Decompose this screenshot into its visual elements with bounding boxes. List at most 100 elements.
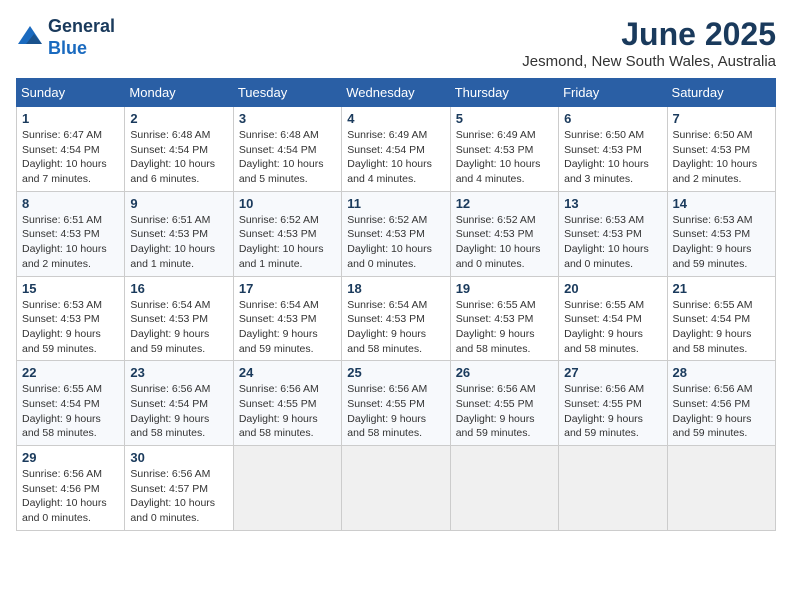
day-info: Sunrise: 6:49 AMSunset: 4:54 PMDaylight:… — [347, 128, 444, 187]
calendar-cell: 1Sunrise: 6:47 AMSunset: 4:54 PMDaylight… — [17, 107, 125, 192]
day-info: Sunrise: 6:50 AMSunset: 4:53 PMDaylight:… — [564, 128, 661, 187]
calendar-cell: 23 Sunrise: 6:56 AMSunset: 4:54 PMDayligh… — [125, 361, 233, 446]
calendar-cell: 16Sunrise: 6:54 AMSunset: 4:53 PMDayligh… — [125, 276, 233, 361]
day-number: 4 — [347, 111, 444, 126]
logo-text: GeneralBlue — [48, 16, 115, 59]
calendar-cell: 21Sunrise: 6:55 AMSunset: 4:54 PMDayligh… — [667, 276, 775, 361]
week-row-4: 29Sunrise: 6:56 AMSunset: 4:56 PMDayligh… — [17, 446, 776, 531]
calendar-cell: 10Sunrise: 6:52 AMSunset: 4:53 PMDayligh… — [233, 191, 341, 276]
day-number: 14 — [673, 196, 770, 211]
location-title: Jesmond, New South Wales, Australia — [522, 53, 776, 70]
header-day-sunday: Sunday — [17, 79, 125, 107]
week-row-3: 22 Sunrise: 6:55 AMSunset: 4:54 PMDayligh… — [17, 361, 776, 446]
day-number: 23 — [130, 365, 227, 380]
day-info: Sunrise: 6:53 AMSunset: 4:53 PMDaylight:… — [673, 213, 770, 272]
day-number: 16 — [130, 281, 227, 296]
day-number: 8 — [22, 196, 119, 211]
day-number: 7 — [673, 111, 770, 126]
calendar-cell — [559, 446, 667, 531]
day-number: 22 — [22, 365, 119, 380]
calendar-table: SundayMondayTuesdayWednesdayThursdayFrid… — [16, 78, 776, 531]
day-number: 2 — [130, 111, 227, 126]
day-info: Sunrise: 6:47 AMSunset: 4:54 PMDaylight:… — [22, 128, 119, 187]
day-info: Sunrise: 6:53 AMSunset: 4:53 PMDaylight:… — [564, 213, 661, 272]
day-number: 11 — [347, 196, 444, 211]
day-number: 29 — [22, 450, 119, 465]
calendar-cell: 25Sunrise: 6:56 AMSunset: 4:55 PMDayligh… — [342, 361, 450, 446]
calendar-cell — [342, 446, 450, 531]
day-info: Sunrise: 6:55 AMSunset: 4:53 PMDaylight:… — [456, 298, 553, 357]
calendar-cell: 27Sunrise: 6:56 AMSunset: 4:55 PMDayligh… — [559, 361, 667, 446]
calendar-cell — [450, 446, 558, 531]
day-number: 13 — [564, 196, 661, 211]
header-day-saturday: Saturday — [667, 79, 775, 107]
calendar-cell: 14 Sunrise: 6:53 AMSunset: 4:53 PMDayligh… — [667, 191, 775, 276]
calendar-cell: 8 Sunrise: 6:51 AMSunset: 4:53 PMDaylight… — [17, 191, 125, 276]
calendar-cell: 22 Sunrise: 6:55 AMSunset: 4:54 PMDayligh… — [17, 361, 125, 446]
calendar-cell: 9 Sunrise: 6:51 AMSunset: 4:53 PMDaylight… — [125, 191, 233, 276]
day-number: 24 — [239, 365, 336, 380]
day-number: 20 — [564, 281, 661, 296]
day-info: Sunrise: 6:55 AMSunset: 4:54 PMDaylight:… — [564, 298, 661, 357]
week-row-0: 1Sunrise: 6:47 AMSunset: 4:54 PMDaylight… — [17, 107, 776, 192]
header-day-monday: Monday — [125, 79, 233, 107]
day-info: Sunrise: 6:56 AMSunset: 4:57 PMDaylight:… — [130, 467, 227, 526]
day-info: Sunrise: 6:48 AMSunset: 4:54 PMDaylight:… — [239, 128, 336, 187]
calendar-cell: 20 Sunrise: 6:55 AMSunset: 4:54 PMDayligh… — [559, 276, 667, 361]
day-info: Sunrise: 6:56 AMSunset: 4:54 PMDaylight:… — [130, 382, 227, 441]
calendar-cell: 19 Sunrise: 6:55 AMSunset: 4:53 PMDayligh… — [450, 276, 558, 361]
title-area: June 2025 Jesmond, New South Wales, Aust… — [522, 16, 776, 70]
calendar-cell: 3Sunrise: 6:48 AMSunset: 4:54 PMDaylight… — [233, 107, 341, 192]
day-number: 30 — [130, 450, 227, 465]
day-number: 28 — [673, 365, 770, 380]
day-info: Sunrise: 6:56 AMSunset: 4:56 PMDaylight:… — [673, 382, 770, 441]
day-info: Sunrise: 6:52 AMSunset: 4:53 PMDaylight:… — [456, 213, 553, 272]
week-row-1: 8 Sunrise: 6:51 AMSunset: 4:53 PMDaylight… — [17, 191, 776, 276]
day-info: Sunrise: 6:55 AMSunset: 4:54 PMDaylight:… — [673, 298, 770, 357]
calendar-cell: 7 Sunrise: 6:50 AMSunset: 4:53 PMDaylight… — [667, 107, 775, 192]
day-number: 5 — [456, 111, 553, 126]
day-info: Sunrise: 6:49 AMSunset: 4:53 PMDaylight:… — [456, 128, 553, 187]
calendar-cell — [233, 446, 341, 531]
month-title: June 2025 — [522, 16, 776, 53]
day-info: Sunrise: 6:51 AMSunset: 4:53 PMDaylight:… — [130, 213, 227, 272]
header-day-friday: Friday — [559, 79, 667, 107]
calendar-cell: 15 Sunrise: 6:53 AMSunset: 4:53 PMDayligh… — [17, 276, 125, 361]
header-row: SundayMondayTuesdayWednesdayThursdayFrid… — [17, 79, 776, 107]
day-info: Sunrise: 6:56 AMSunset: 4:55 PMDaylight:… — [564, 382, 661, 441]
calendar-cell: 2Sunrise: 6:48 AMSunset: 4:54 PMDaylight… — [125, 107, 233, 192]
day-number: 17 — [239, 281, 336, 296]
day-number: 19 — [456, 281, 553, 296]
day-info: Sunrise: 6:53 AMSunset: 4:53 PMDaylight:… — [22, 298, 119, 357]
day-info: Sunrise: 6:51 AMSunset: 4:53 PMDaylight:… — [22, 213, 119, 272]
day-info: Sunrise: 6:56 AMSunset: 4:55 PMDaylight:… — [239, 382, 336, 441]
header: GeneralBlue June 2025 Jesmond, New South… — [16, 16, 776, 70]
header-day-thursday: Thursday — [450, 79, 558, 107]
calendar-cell: 12 Sunrise: 6:52 AMSunset: 4:53 PMDayligh… — [450, 191, 558, 276]
calendar-cell: 28 Sunrise: 6:56 AMSunset: 4:56 PMDayligh… — [667, 361, 775, 446]
header-day-tuesday: Tuesday — [233, 79, 341, 107]
calendar-cell: 30 Sunrise: 6:56 AMSunset: 4:57 PMDayligh… — [125, 446, 233, 531]
calendar-cell: 26Sunrise: 6:56 AMSunset: 4:55 PMDayligh… — [450, 361, 558, 446]
day-info: Sunrise: 6:55 AMSunset: 4:54 PMDaylight:… — [22, 382, 119, 441]
day-info: Sunrise: 6:52 AMSunset: 4:53 PMDaylight:… — [347, 213, 444, 272]
day-number: 6 — [564, 111, 661, 126]
calendar-cell: 6 Sunrise: 6:50 AMSunset: 4:53 PMDaylight… — [559, 107, 667, 192]
calendar-cell: 4 Sunrise: 6:49 AMSunset: 4:54 PMDaylight… — [342, 107, 450, 192]
day-number: 12 — [456, 196, 553, 211]
day-info: Sunrise: 6:54 AMSunset: 4:53 PMDaylight:… — [347, 298, 444, 357]
calendar-cell: 11 Sunrise: 6:52 AMSunset: 4:53 PMDayligh… — [342, 191, 450, 276]
calendar-cell: 24 Sunrise: 6:56 AMSunset: 4:55 PMDayligh… — [233, 361, 341, 446]
day-number: 10 — [239, 196, 336, 211]
calendar-cell — [667, 446, 775, 531]
day-info: Sunrise: 6:54 AMSunset: 4:53 PMDaylight:… — [239, 298, 336, 357]
logo-icon — [16, 24, 44, 52]
day-info: Sunrise: 6:50 AMSunset: 4:53 PMDaylight:… — [673, 128, 770, 187]
day-number: 9 — [130, 196, 227, 211]
logo: GeneralBlue — [16, 16, 115, 59]
calendar-cell: 18Sunrise: 6:54 AMSunset: 4:53 PMDayligh… — [342, 276, 450, 361]
calendar-cell: 13 Sunrise: 6:53 AMSunset: 4:53 PMDayligh… — [559, 191, 667, 276]
day-number: 15 — [22, 281, 119, 296]
week-row-2: 15 Sunrise: 6:53 AMSunset: 4:53 PMDayligh… — [17, 276, 776, 361]
header-day-wednesday: Wednesday — [342, 79, 450, 107]
